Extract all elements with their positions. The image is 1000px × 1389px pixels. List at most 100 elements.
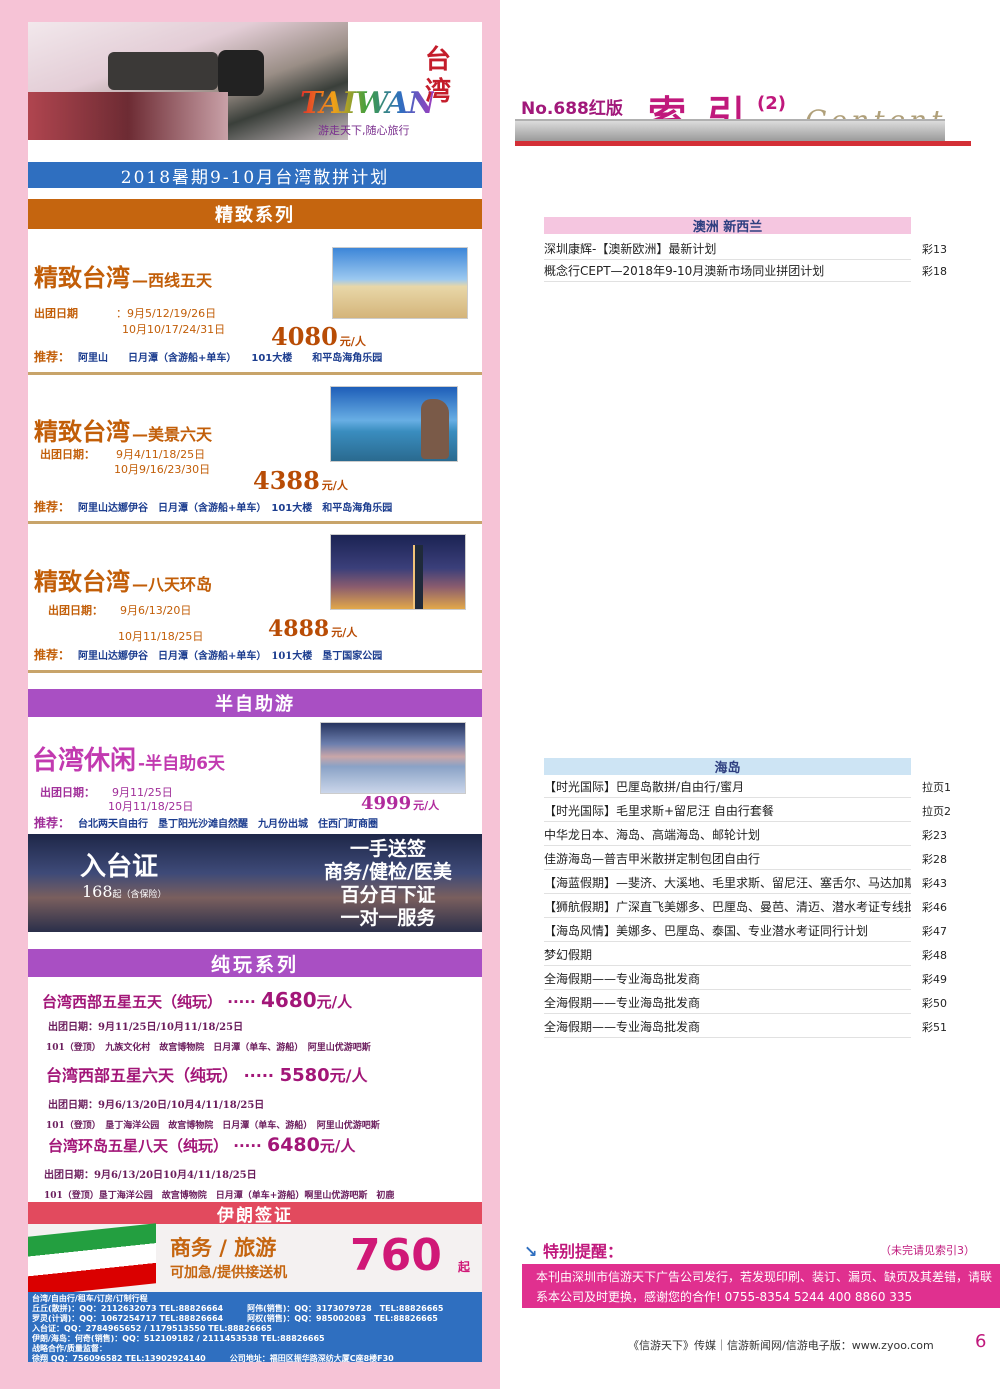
product-title: 精致台湾 —美景六天 xyxy=(34,412,212,447)
pure-dates: 出团日期：9月11/25日/10月11/18/25日 xyxy=(48,1022,244,1033)
product-title-text: 精致台湾 xyxy=(34,264,130,292)
dates-line1: 9月4/11/18/25日 xyxy=(116,448,206,461)
pure-unit: 元/人 xyxy=(319,1137,356,1155)
index-row-page: 彩18 xyxy=(922,265,947,278)
lake-photo xyxy=(330,386,458,462)
iran-flag xyxy=(28,1223,156,1297)
island-section-title: 海岛 xyxy=(544,758,911,776)
index-row-page: 彩47 xyxy=(922,925,947,938)
index-row-page: 彩51 xyxy=(922,1021,947,1034)
index-row: 深圳康辉-【澳新欧洲】最新计划 xyxy=(544,237,911,260)
city-night-photo xyxy=(330,534,466,610)
header-red-line xyxy=(515,141,971,146)
price: 4388 元/人 xyxy=(253,466,348,495)
recommend-text: 阿里山达娜伊谷 日月潭（含游船+单车） 101大楼 垦丁国家公园 xyxy=(78,651,383,662)
pure-dates: 出团日期：9月6/13/20日10月4/11/18/25日 xyxy=(44,1170,257,1181)
section-semi: 半自助游 xyxy=(28,689,482,717)
train-shape xyxy=(108,52,218,90)
index-row-name: 梦幻假期 xyxy=(544,947,593,962)
date-label: 出团日期： xyxy=(40,786,95,799)
logo-cn: 台湾 xyxy=(425,45,452,107)
pure-title: 台湾环岛五星八天（纯玩） ····· 6480元/人 xyxy=(48,1134,355,1156)
recommend: 推荐： 台北两天自由行 垦丁阳光沙滩自然醒 九月份出城 住西门町商圈 xyxy=(34,814,378,831)
iran-text1: 商务 / 旅游 xyxy=(170,1236,277,1260)
product-title-text: 精致台湾 xyxy=(34,418,130,446)
right-page xyxy=(500,0,1000,1389)
product-subtitle: —西线五天 xyxy=(132,271,213,290)
index-row-page: 彩28 xyxy=(922,853,947,866)
product-title: 精致台湾 —西线五天 xyxy=(34,258,212,293)
dates-line2: 10月11/18/25日 xyxy=(108,800,194,813)
pure-title: 台湾西部五星六天（纯玩） ····· 5580元/人 xyxy=(46,1062,368,1086)
notice-title: ↘ 特别提醒： xyxy=(524,1238,623,1262)
pure-price: 5580 xyxy=(279,1065,330,1086)
index-row: 概念行CEPT—2018年9-10月澳新市场同业拼团计划 xyxy=(544,259,911,282)
train-photo xyxy=(28,22,348,140)
permit-price-note: 起（含保险） xyxy=(112,890,167,900)
product-title-text: 精致台湾 xyxy=(34,568,130,596)
index-row-page: 拉页1 xyxy=(922,781,951,794)
permit-title: 入台证 xyxy=(80,852,159,882)
pure-title-text: 台湾西部五星五天（纯玩） xyxy=(42,993,223,1011)
index-row-name: 中华龙日本、海岛、高端海岛、邮轮计划 xyxy=(544,827,761,842)
permit-price-value: 168 xyxy=(82,882,113,901)
locomotive-shape xyxy=(218,50,264,96)
price-value: 4999 xyxy=(361,793,412,814)
permit-line: 商务/健检/医美 xyxy=(324,861,452,883)
header-bar xyxy=(515,119,945,141)
contact-line: 伊朗/海岛：何奇(销售)：QQ：512109182 / 2111453538 T… xyxy=(32,1334,325,1343)
pure-price: 4680 xyxy=(260,988,317,1012)
iran-text2: 可加急/提供接送机 xyxy=(170,1265,288,1281)
index-row-name: 全海假期——专业海岛批发商 xyxy=(544,995,701,1010)
price-value: 4888 xyxy=(268,616,330,642)
arrow-icon: ↘ xyxy=(524,1242,538,1261)
semi-subtitle: -半自助6天 xyxy=(138,754,225,774)
index-row-name: 全海假期——专业海岛批发商 xyxy=(544,971,701,986)
index-row: 中华龙日本、海岛、高端海岛、邮轮计划 xyxy=(544,823,911,846)
index-row: 【时光国际】巴厘岛散拼/自由行/蜜月 xyxy=(544,775,911,798)
index-row-page: 彩43 xyxy=(922,877,947,890)
pure-recommend: 101（登顶） 九族文化村 故宫博物院 日月潭（单车、游船） 阿里山优游吧斯 xyxy=(46,1043,371,1053)
tower-shape xyxy=(413,545,423,609)
divider xyxy=(28,521,482,524)
pure-unit: 元/人 xyxy=(316,993,353,1011)
pure-dates: 出团日期：9月6/13/20日/10月4/11/18/25日 xyxy=(48,1100,265,1111)
pure-title-text: 台湾西部五星六天（纯玩） xyxy=(46,1066,239,1085)
semi-title-text: 台湾休闲 xyxy=(32,746,137,776)
index-row-page: 彩48 xyxy=(922,949,947,962)
crowd-shape xyxy=(28,92,228,140)
index-row-name: 【时光国际】巴厘岛散拼/自由行/蜜月 xyxy=(544,779,745,794)
price: 4888 元/人 xyxy=(268,616,357,642)
notice-title-text: 特别提醒： xyxy=(542,1242,623,1261)
index-row-name: 全海假期——专业海岛批发商 xyxy=(544,1019,701,1034)
aus-section-title: 澳洲 新西兰 xyxy=(544,217,911,235)
dots: ····· xyxy=(233,1137,262,1155)
index-row-name: 深圳康辉-【澳新欧洲】最新计划 xyxy=(544,241,717,256)
dots: ····· xyxy=(243,1066,274,1085)
index-row: 【时光国际】毛里求斯+留尼汪 自由行套餐 xyxy=(544,799,911,822)
logo-script-text: TAIWAN xyxy=(300,86,435,121)
page-number: 6 xyxy=(975,1331,987,1352)
divider xyxy=(28,372,482,375)
recommend-label: 推荐： xyxy=(34,816,71,830)
product-subtitle: —八天环岛 xyxy=(132,575,213,594)
contact-line: 徐翔 QQ：756096582 TEL:13902924140 公司地址：福田区… xyxy=(32,1354,394,1362)
recommend: 推荐： 阿里山达娜伊谷 日月潭（含游船+单车） 101大楼 垦丁国家公园 xyxy=(34,646,382,663)
index-row: 全海假期——专业海岛批发商 xyxy=(544,1015,911,1038)
beach-photo xyxy=(332,247,468,319)
price: 4999 元/人 xyxy=(361,793,439,814)
price: 4080 元/人 xyxy=(271,322,366,351)
price-value: 4388 xyxy=(253,466,320,495)
pure-recommend: 101（登顶）垦丁海洋公园 故宫博物院 日月潭（单车+游船）啊里山优游吧斯 初鹿 xyxy=(44,1191,395,1201)
index-row: 全海假期——专业海岛批发商 xyxy=(544,967,911,990)
dates-line2: 10月10/17/24/31日 xyxy=(122,323,226,336)
dates-line2: 10月9/16/23/30日 xyxy=(114,463,211,476)
contact-line: 战略合作/质量监督： xyxy=(32,1344,107,1353)
contact-line: 罗灵(计调)：QQ：1067254717 TEL:88826664 阿权(销售)… xyxy=(32,1314,438,1323)
index-row-name: 【狮航假期】广深直飞美娜多、巴厘岛、曼芭、清迈、潜水考证专线批发商 xyxy=(544,899,911,914)
recommend: 推荐： 阿里山 日月潭（含游船+单车） 101大楼 和平岛海角乐园 xyxy=(34,348,382,365)
dots: ····· xyxy=(227,993,256,1011)
index-row: 【海岛风情】美娜多、巴厘岛、泰国、专业潜水考证同行计划 xyxy=(544,919,911,942)
permit-line: 一对一服务 xyxy=(340,907,436,929)
price-value: 4080 xyxy=(271,322,338,351)
